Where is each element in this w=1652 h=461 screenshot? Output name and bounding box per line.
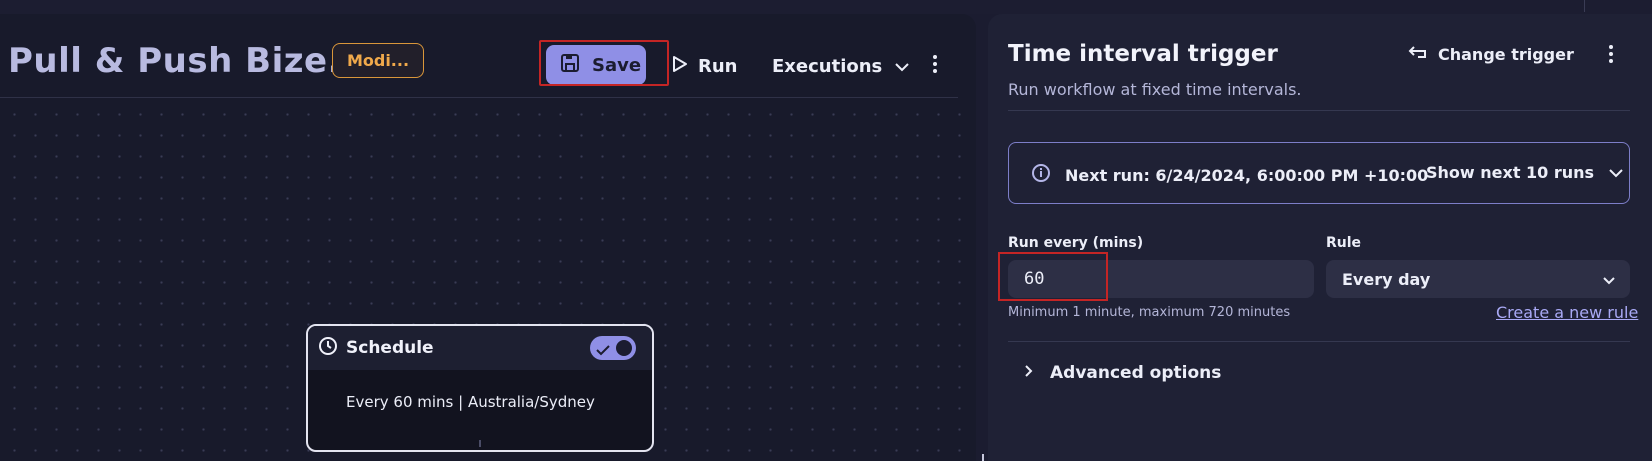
workflow-title[interactable]: Pull & Push Bize... [8,41,368,81]
interval-hint: Minimum 1 minute, maximum 720 minutes [1008,305,1291,320]
executions-label: Executions [772,55,883,77]
advanced-options-toggle[interactable]: Advanced options [1024,363,1221,383]
chevron-down-icon [1602,270,1616,289]
change-trigger-button[interactable]: Change trigger [1408,44,1574,64]
trigger-panel: Time interval trigger Run workflow at fi… [988,14,1652,461]
save-button[interactable]: Save [546,45,646,85]
editor-header: Pull & Push Bize... Modi... Save Run Exe… [0,14,976,98]
node-connector [479,440,481,447]
interval-input[interactable]: 60 [1008,260,1314,298]
resize-handle[interactable] [982,454,984,461]
play-icon [672,55,688,78]
panel-more-button[interactable] [1600,42,1622,70]
schedule-node-title: Schedule [346,338,434,358]
panel-title: Time interval trigger [1008,41,1278,67]
interval-label: Run every (mins) [1008,235,1144,251]
next-run-row: Next run: 6/24/2024, 6:00:00 PM +10:00 [1031,163,1428,187]
next-run-info: Next run: 6/24/2024, 6:00:00 PM +10:00 S… [1008,142,1630,204]
schedule-node[interactable]: Schedule Every 60 mins | Australia/Sydne… [306,324,654,452]
executions-dropdown[interactable]: Executions [772,52,910,80]
panel-subtitle: Run workflow at fixed time intervals. [1008,80,1302,99]
chevron-down-icon [1608,163,1624,182]
panel-divider [1008,110,1630,111]
rule-select[interactable]: Every day [1326,260,1630,298]
run-label: Run [698,55,738,77]
run-button[interactable]: Run [672,52,738,80]
save-label: Save [592,54,642,76]
schedule-enable-toggle[interactable] [590,336,636,360]
header-divider [0,97,958,98]
toggle-knob [616,340,632,356]
next-run-text: Next run: 6/24/2024, 6:00:00 PM +10:00 [1065,165,1429,185]
more-vertical-icon [932,54,938,78]
create-rule-link[interactable]: Create a new rule [1496,303,1638,322]
interval-input-value: 60 [1024,269,1045,289]
show-next-runs-label: Show next 10 runs [1426,163,1595,182]
top-strip [0,0,1652,14]
save-icon [560,53,580,78]
clock-icon [318,336,338,360]
more-vertical-icon [1608,44,1614,68]
change-trigger-label: Change trigger [1438,44,1574,64]
swap-arrow-icon [1408,44,1428,64]
show-next-runs-toggle[interactable]: Show next 10 runs [1426,163,1624,182]
top-strip-tick [1584,0,1585,12]
panel-divider-2 [1008,341,1630,342]
info-icon [1031,163,1051,187]
chevron-down-icon [894,56,910,77]
app-root: Pull & Push Bize... Modi... Save Run Exe… [0,0,1652,461]
more-options-button[interactable] [924,52,946,80]
check-icon [596,341,610,360]
workflow-editor: Pull & Push Bize... Modi... Save Run Exe… [0,14,976,461]
rule-label: Rule [1326,235,1362,251]
rule-select-value: Every day [1342,269,1431,289]
schedule-node-summary: Every 60 mins | Australia/Sydney [346,393,595,411]
advanced-options-label: Advanced options [1050,363,1222,383]
status-badge: Modi... [332,43,424,78]
chevron-right-icon [1024,363,1034,383]
